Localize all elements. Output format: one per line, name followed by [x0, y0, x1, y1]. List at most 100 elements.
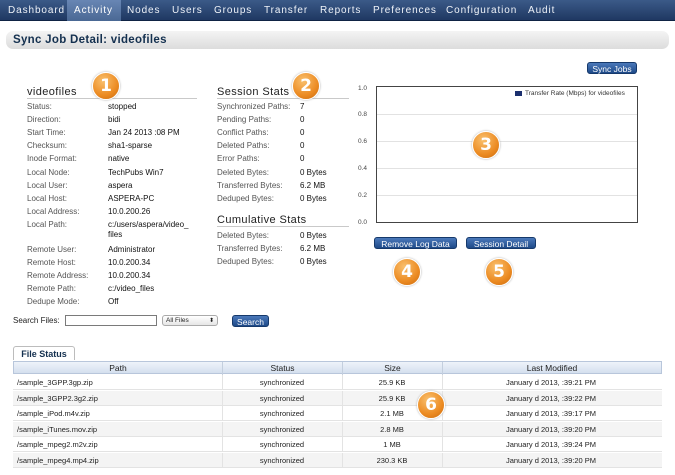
graph-gridline — [377, 168, 637, 169]
session-detail-button[interactable]: Session Detail — [466, 237, 536, 249]
y-tick-label: 0.0 — [358, 219, 368, 226]
field-label: Dedupe Mode: — [27, 297, 80, 307]
field-value: native — [108, 154, 130, 164]
cell-path: /sample_mpeg2.m2v.zip — [17, 440, 98, 449]
cell-status: synchronized — [259, 378, 305, 387]
field-value: 10.0.200.26 — [108, 206, 151, 216]
callout-badge-6: 6 — [417, 391, 445, 419]
cumulative-stats-divider — [217, 226, 349, 227]
y-tick-label: 0.6 — [358, 138, 368, 145]
stat-value: 6.2 MB — [300, 180, 326, 190]
cell-path: /sample_iPod.m4v.zip — [17, 409, 90, 418]
stat-value: 7 — [300, 102, 305, 111]
graph-legend: Transfer Rate (Mbps) for videofiles — [525, 90, 625, 97]
nav-configuration[interactable]: Configuration — [446, 0, 522, 21]
cell-last-modified: January d 2013, :39:20 PM — [505, 455, 597, 465]
field-value: 10.0.200.34 — [108, 258, 151, 267]
y-tick-label: 0.8 — [358, 111, 368, 118]
field-label: Local Node: — [27, 167, 70, 177]
table-row[interactable]: /sample_mpeg2.m2v.zip synchronized 1 MB Jan… — [13, 437, 662, 452]
callout-badge-2: 2 — [292, 72, 320, 100]
nav-preferences[interactable]: Preferences — [373, 0, 439, 21]
callout-badge-3: 3 — [472, 131, 500, 159]
cell-last-modified: January d 2013, :39:20 PM — [505, 424, 597, 434]
field-label: Start Time: — [27, 128, 66, 138]
stat-value: 0 — [300, 115, 305, 125]
cell-path: /sample_3GPP2.3g2.zip — [17, 393, 98, 403]
stat-label: Synchronized Paths: — [217, 102, 291, 111]
nav-transfer[interactable]: Transfer — [264, 0, 312, 21]
transfer-rate-graph — [376, 86, 638, 223]
stat-label: Pending Paths: — [217, 115, 272, 125]
table-row[interactable]: /sample_iTunes.mov.zip synchronized 2.8 MB… — [13, 421, 662, 437]
field-label: Local User: — [27, 180, 68, 190]
stat-value: 6.2 MB — [300, 244, 326, 253]
column-header-status[interactable]: Status — [223, 362, 343, 375]
callout-badge-1: 1 — [92, 72, 120, 100]
field-label: Remote User: — [27, 244, 77, 254]
stat-label: Error Paths: — [217, 154, 260, 164]
cell-last-modified: January d 2013, :39:24 PM — [505, 440, 597, 449]
remove-log-data-button[interactable]: Remove Log Data — [374, 237, 457, 249]
y-tick-label: 1.0 — [358, 85, 368, 92]
y-tick-label: 0.2 — [358, 192, 368, 199]
field-value: stopped — [108, 102, 137, 111]
callout-badge-4: 4 — [393, 258, 421, 286]
stat-label: Transferred Bytes: — [217, 244, 283, 253]
nav-users[interactable]: Users — [172, 0, 206, 21]
file-table-header: Path Status Size Last Modified — [13, 361, 662, 375]
stat-label: Deleted Paths: — [217, 141, 270, 151]
table-row[interactable]: /sample_3GPP2.3g2.zip synchronized 25.9 KB… — [13, 390, 662, 406]
column-header-size[interactable]: Size — [343, 362, 443, 375]
field-value: aspera — [108, 180, 133, 190]
search-input[interactable] — [65, 315, 157, 326]
field-label: Status: — [27, 102, 52, 111]
session-stats-divider — [217, 98, 349, 99]
cell-status: synchronized — [259, 409, 305, 418]
cell-path: /sample_3GPP.3gp.zip — [17, 378, 93, 387]
title-bar: Sync Job Detail: videofiles — [6, 31, 669, 49]
stat-label: Conflict Paths: — [217, 128, 269, 138]
search-button[interactable]: Search — [232, 315, 269, 327]
nav-dashboard[interactable]: Dashboard — [7, 0, 64, 21]
field-label: Local Host: — [27, 193, 68, 203]
cell-size: 1 MB — [383, 440, 401, 449]
graph-gridline — [377, 114, 637, 115]
cell-size: 25.9 KB — [378, 378, 406, 387]
field-value: 10.0.200.34 — [108, 271, 151, 281]
cell-last-modified: January d 2013, :39:17 PM — [505, 409, 597, 418]
sync-jobs-button[interactable]: Sync Jobs — [587, 62, 637, 74]
stat-label: Deleted Bytes: — [217, 231, 270, 240]
field-label: Local Address: — [27, 206, 80, 216]
y-tick-label: 0.4 — [358, 165, 368, 172]
cell-last-modified: January d 2013, :39:22 PM — [505, 393, 597, 403]
nav-nodes[interactable]: Nodes — [127, 0, 165, 21]
cell-size: 230.3 KB — [376, 455, 408, 465]
table-row[interactable]: /sample_iPod.m4v.zip synchronized 2.1 MB Ja… — [13, 406, 662, 421]
column-header-last-modified[interactable]: Last Modified — [443, 362, 661, 375]
field-value: Jan 24 2013 :08 PM — [108, 128, 180, 138]
nav-groups[interactable]: Groups — [214, 0, 256, 21]
nav-audit[interactable]: Audit — [528, 0, 564, 21]
stat-label: Deduped Bytes: — [217, 257, 274, 266]
page-title: Sync Job Detail: videofiles — [13, 34, 167, 46]
file-filter-value: All Files — [166, 317, 189, 324]
field-label: Remote Host: — [27, 258, 76, 267]
cell-last-modified: January d 2013, :39:21 PM — [505, 378, 597, 387]
stat-value: 0 Bytes — [300, 257, 327, 266]
field-value: bidi — [108, 115, 121, 125]
table-row[interactable]: /sample_3GPP.3gp.zip synchronized 25.9 KB J… — [13, 375, 662, 390]
nav-activity[interactable]: Activity — [67, 0, 121, 21]
legend-swatch — [515, 91, 522, 96]
column-header-path[interactable]: Path — [14, 362, 223, 375]
field-value-continued: files — [108, 229, 123, 239]
file-filter-select[interactable]: All Files ⬍ — [162, 315, 218, 326]
field-label: Direction: — [27, 115, 61, 125]
nav-reports[interactable]: Reports — [320, 0, 366, 21]
cell-size: 2.8 MB — [380, 424, 404, 434]
stat-value: 0 — [300, 128, 305, 138]
field-value: ASPERA-PC — [108, 193, 155, 203]
cell-status: synchronized — [259, 440, 305, 449]
table-row[interactable]: /sample_mpeg4.mp4.zip synchronized 230.3 K… — [13, 452, 662, 468]
tab-file-status[interactable]: File Status — [13, 346, 75, 360]
